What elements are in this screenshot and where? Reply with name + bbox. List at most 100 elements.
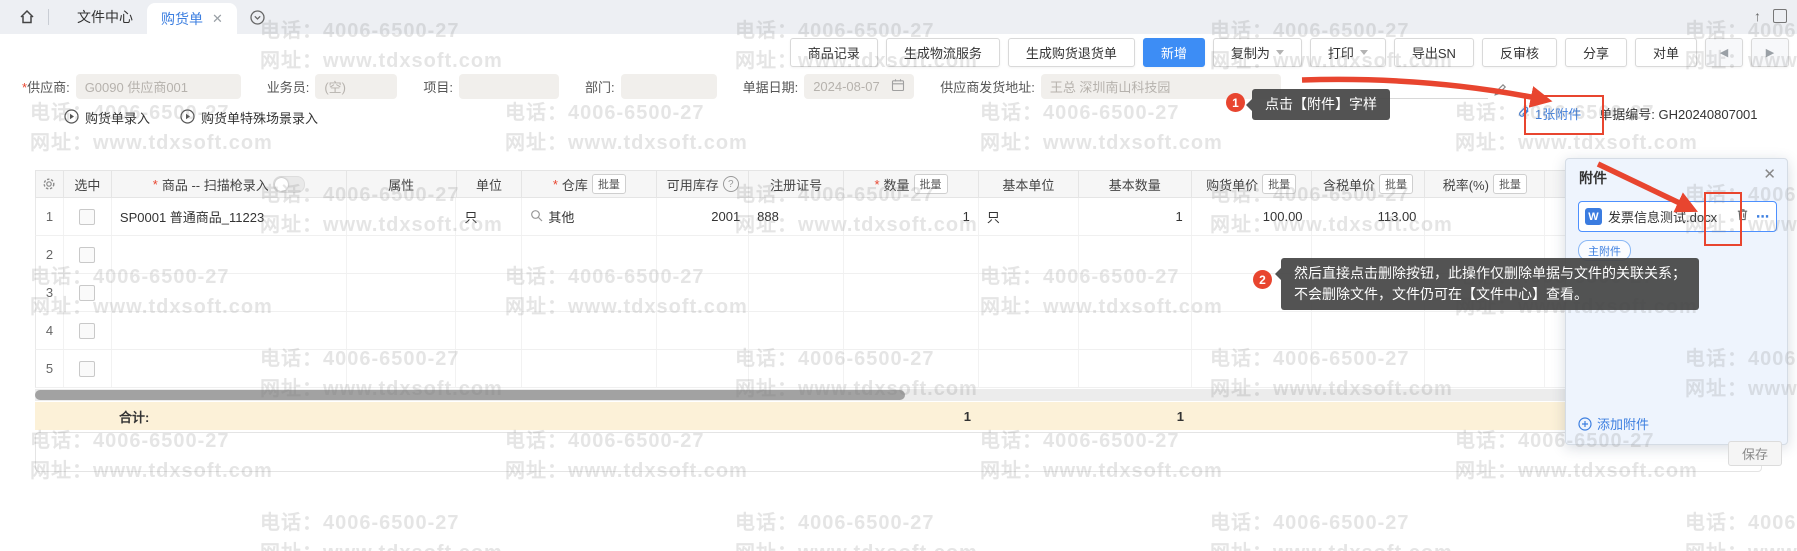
step1-tooltip: 点击【附件】字样 [1252, 89, 1390, 120]
scrollbar-thumb[interactable] [35, 390, 905, 400]
attachment-file-name[interactable]: 发票信息测试.docx [1608, 207, 1729, 226]
row-checkbox[interactable] [79, 209, 95, 225]
cell-tax_rate [1425, 350, 1545, 387]
field-input-业务员[interactable]: (空) [315, 74, 397, 99]
required-asterisk: * [153, 177, 158, 192]
popup-title: 附件 [1579, 168, 1607, 188]
field-input-供应商[interactable]: G0090 供应商001 [76, 74, 241, 99]
required-asterisk: * [553, 177, 558, 192]
next-record-button[interactable]: ▶ [1751, 38, 1789, 67]
cell-stock [657, 312, 749, 349]
cell-attr [347, 350, 457, 387]
close-tab-icon[interactable]: ✕ [212, 11, 223, 27]
toolbar-button-导出SN[interactable]: 导出SN [1394, 38, 1474, 67]
toolbar-button-对单[interactable]: 对单 [1635, 38, 1697, 67]
column-header-settings[interactable] [36, 171, 64, 197]
cell-product [112, 350, 347, 387]
help-icon[interactable]: ? [723, 176, 739, 192]
remarks-box[interactable] [35, 432, 1762, 472]
batch-button[interactable]: 批量 [1262, 174, 1296, 194]
toolbar-button-反审核[interactable]: 反审核 [1482, 38, 1557, 67]
cell-stock [657, 274, 749, 311]
cell-unit [456, 236, 522, 273]
field-input-单据日期[interactable]: 2024-08-07 [804, 74, 914, 99]
guide-link-购货单特殊场景录入[interactable]: 购货单特殊场景录入 [180, 108, 318, 127]
cell-reg [749, 312, 844, 349]
field-input-部门[interactable] [621, 74, 717, 99]
watermark-site: 网址：www.tdxsoft.com [260, 536, 503, 551]
add-attachment-button[interactable]: 添加附件 [1578, 414, 1649, 433]
play-circle-icon [64, 109, 79, 127]
prev-record-button[interactable]: ◀ [1705, 38, 1743, 67]
scan-mode-toggle[interactable] [273, 176, 305, 193]
field-input-项目[interactable] [459, 74, 559, 99]
cell-reg [749, 350, 844, 387]
home-icon[interactable] [18, 8, 36, 26]
popup-close-icon[interactable]: ✕ [1763, 165, 1776, 183]
column-settings-icon [42, 177, 56, 191]
save-button[interactable]: 保存 [1728, 441, 1782, 466]
total-warehouse [522, 402, 657, 430]
row-checkbox[interactable] [79, 323, 95, 339]
fullscreen-icon[interactable] [1773, 9, 1787, 23]
search-icon[interactable] [530, 209, 543, 225]
column-label: 税率(%) [1443, 175, 1489, 194]
field-label: 业务员: [267, 77, 310, 96]
table-row: 1SP0001 普通商品_11223只其他20018881只1100.00113… [35, 198, 1762, 236]
column-label: 单位 [476, 175, 502, 194]
toolbar-button-新增[interactable]: 新增 [1143, 38, 1205, 67]
cell-num: 3 [36, 274, 64, 311]
cell-product: SP0001 普通商品_11223 [112, 198, 347, 235]
step2-badge: 2 [1253, 270, 1272, 289]
form-field: 部门: [585, 74, 717, 99]
attachment-count-link[interactable]: 1张附件 [1535, 104, 1581, 123]
cell-qty [844, 312, 979, 349]
cell-reg [749, 274, 844, 311]
cell-attr [347, 198, 457, 235]
toolbar-button-打印[interactable]: 打印 [1310, 38, 1386, 67]
row-checkbox[interactable] [79, 361, 95, 377]
table-row: 4 [35, 312, 1762, 350]
cell-tax_rate [1425, 312, 1545, 349]
cell-base_qty [1079, 312, 1192, 349]
toolbar-button-分享[interactable]: 分享 [1565, 38, 1627, 67]
total-tax_rate [1426, 402, 1546, 430]
cell-unit: 只 [456, 198, 522, 235]
tab-file-center[interactable]: 文件中心 [63, 0, 147, 34]
field-input-供应商发货地址[interactable]: 王总 深圳南山科技园 [1041, 74, 1281, 99]
tab-history-icon[interactable] [249, 9, 266, 26]
batch-button[interactable]: 批量 [1379, 174, 1413, 194]
toolbar-button-生成购货退货单[interactable]: 生成购货退货单 [1008, 38, 1135, 67]
delete-attachment-icon[interactable] [1735, 207, 1750, 227]
tab-purchase-order-label: 购货单 [161, 9, 203, 29]
horizontal-scrollbar[interactable] [35, 389, 1762, 401]
toolbar-button-生成物流服务[interactable]: 生成物流服务 [886, 38, 1000, 67]
cell-unit [456, 350, 522, 387]
cell-num: 1 [36, 198, 64, 235]
more-actions-icon[interactable]: ⋯ [1756, 209, 1770, 225]
field-value: 2024-08-07 [813, 79, 880, 94]
cell-warehouse [522, 312, 657, 349]
cell-base_unit [979, 236, 1079, 273]
batch-button[interactable]: 批量 [1493, 174, 1527, 194]
edit-pencil-icon[interactable] [1492, 82, 1508, 103]
column-header-属性: 属性 [347, 171, 457, 197]
watermark-site: 网址：www.tdxsoft.com [505, 126, 748, 155]
tab-purchase-order[interactable]: 购货单 ✕ [147, 3, 237, 34]
toolbar-button-商品记录[interactable]: 商品记录 [790, 38, 878, 67]
cell-base_unit [979, 274, 1079, 311]
batch-button[interactable]: 批量 [914, 174, 948, 194]
table-row: 5 [35, 350, 1762, 388]
calendar-icon[interactable] [891, 78, 905, 95]
toolbar-button-复制为[interactable]: 复制为 [1213, 38, 1302, 67]
search-icon [530, 209, 543, 222]
row-checkbox[interactable] [79, 247, 95, 263]
cell-attr [347, 274, 457, 311]
scroll-top-icon[interactable]: ↑ [1754, 8, 1761, 24]
watermark-site: 网址：www.tdxsoft.com [260, 44, 503, 73]
column-header-税率(%): 税率(%)批量 [1425, 171, 1545, 197]
row-checkbox[interactable] [79, 285, 95, 301]
guide-link-购货单录入[interactable]: 购货单录入 [64, 108, 150, 127]
attachment-file-item: W 发票信息测试.docx ⋯ [1578, 201, 1777, 232]
batch-button[interactable]: 批量 [592, 174, 626, 194]
